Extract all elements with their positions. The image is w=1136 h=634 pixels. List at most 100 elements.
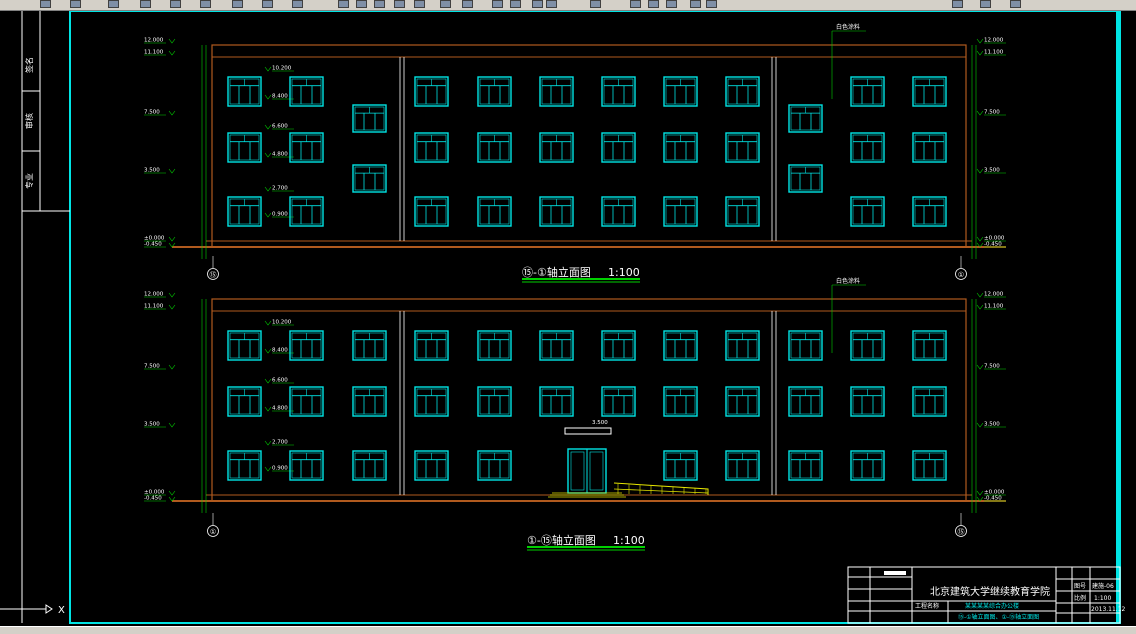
level-label: -0.450 [984, 242, 1002, 248]
level-label: 2.700 [272, 440, 288, 446]
toolbar-button[interactable] [374, 0, 385, 8]
window [850, 132, 885, 163]
toolbar-button[interactable] [546, 0, 557, 8]
toolbar-button[interactable] [980, 0, 991, 8]
level-marker [976, 236, 984, 242]
toolbar-button[interactable] [70, 0, 81, 8]
level-marker [976, 422, 984, 428]
toolbar-button[interactable] [440, 0, 451, 8]
window [289, 196, 324, 227]
level-label: 12.000 [144, 292, 164, 298]
door-leaf [570, 451, 585, 491]
toolbar-button[interactable] [492, 0, 503, 8]
toolbar-button[interactable] [170, 0, 181, 8]
toolbar-button[interactable] [706, 0, 717, 8]
toolbar-button[interactable] [532, 0, 543, 8]
level-marker [976, 110, 984, 116]
toolbar-button[interactable] [356, 0, 367, 8]
elevation-bottom-scale: 1:100 [613, 534, 645, 547]
level-label: 11.100 [144, 304, 164, 310]
ramp-rail [613, 482, 709, 495]
project-label: 工程名称 [915, 602, 939, 610]
window [414, 76, 449, 107]
level-label: -0.450 [984, 496, 1002, 502]
level-label: 2.700 [272, 186, 288, 192]
ucs-icon: X [0, 604, 65, 616]
level-label: 11.100 [984, 50, 1004, 56]
sidebar-label: 签名 [24, 57, 34, 73]
level-label: 3.500 [144, 422, 160, 428]
toolbar-button[interactable] [292, 0, 303, 8]
window [477, 196, 512, 227]
window [788, 386, 823, 417]
level-marker [168, 490, 176, 496]
axis-label: ① [958, 271, 964, 279]
toolbar-button[interactable] [666, 0, 677, 8]
window [227, 76, 262, 107]
toolbar-button[interactable] [108, 0, 119, 8]
level-marker [264, 466, 272, 472]
toolbar-button[interactable] [414, 0, 425, 8]
toolbar-button[interactable] [648, 0, 659, 8]
window [725, 330, 760, 361]
ucs-x-label: X [58, 605, 65, 616]
window [788, 104, 823, 133]
toolbar-button[interactable] [232, 0, 243, 8]
window [414, 196, 449, 227]
toolbar-button[interactable] [510, 0, 521, 8]
window [850, 196, 885, 227]
toolbar-button[interactable] [462, 0, 473, 8]
toolbar-button[interactable] [590, 0, 601, 8]
window [352, 164, 387, 193]
project-name: 某某某某综合办公楼 [965, 602, 1019, 610]
window [477, 386, 512, 417]
toolbar-button[interactable] [40, 0, 51, 8]
level-label: 3.500 [984, 422, 1000, 428]
toolbar-button[interactable] [200, 0, 211, 8]
window [601, 386, 636, 417]
window [663, 330, 698, 361]
toolbar-button[interactable] [952, 0, 963, 8]
window [912, 196, 947, 227]
window [289, 76, 324, 107]
level-marker [264, 212, 272, 218]
cad-drawing[interactable]: 签名 审核 专业 X 12.000 12.000 11.100 11.100 7.500… [0, 10, 1136, 625]
window [414, 330, 449, 361]
toolbar-button[interactable] [338, 0, 349, 8]
level-label: 7.500 [984, 364, 1000, 370]
elevation-bottom: 12.000 12.000 11.100 11.100 7.500 7.500 3.500 3… [144, 277, 1006, 537]
toolbar-button[interactable] [630, 0, 641, 8]
level-marker [976, 168, 984, 174]
level-label: 12.000 [144, 38, 164, 44]
axis-label: ⑮ [958, 528, 965, 536]
level-marker [168, 168, 176, 174]
sidebar-label: 专业 [24, 173, 34, 189]
level-label: -0.450 [144, 496, 162, 502]
window [477, 132, 512, 163]
level-marker [264, 440, 272, 446]
toolbar-button[interactable] [1010, 0, 1021, 8]
toolbar-button[interactable] [690, 0, 701, 8]
toolbar-button[interactable] [140, 0, 151, 8]
elevation-top: 12.000 12.000 11.100 11.100 7.500 7.500 3.500 3… [144, 23, 1006, 280]
level-marker [168, 304, 176, 310]
window [227, 196, 262, 227]
level-marker [168, 50, 176, 56]
elevation-top-title: ⑮-①轴立面图 [522, 265, 591, 279]
window [788, 164, 823, 193]
left-sidebar: 签名 审核 专业 [21, 11, 70, 623]
toolbar-button[interactable] [262, 0, 273, 8]
window [414, 450, 449, 481]
window [477, 76, 512, 107]
level-label: -0.450 [144, 242, 162, 248]
toolbar-button[interactable] [394, 0, 405, 8]
title-block: 北京建筑大学继续教育学院 工程名称 某某某某综合办公楼 ⑮-①轴立面图、①-⑮轴… [847, 566, 1126, 624]
sheet-label: 图号 [1074, 583, 1086, 590]
frame-right-edge [1116, 11, 1120, 623]
window [912, 330, 947, 361]
window [352, 450, 387, 481]
drawing-canvas[interactable]: 签名 审核 专业 X 12.000 12.000 11.100 11.100 7.500… [0, 10, 1136, 625]
material-note: 白色涂料 [836, 277, 860, 285]
window [289, 386, 324, 417]
window [414, 386, 449, 417]
